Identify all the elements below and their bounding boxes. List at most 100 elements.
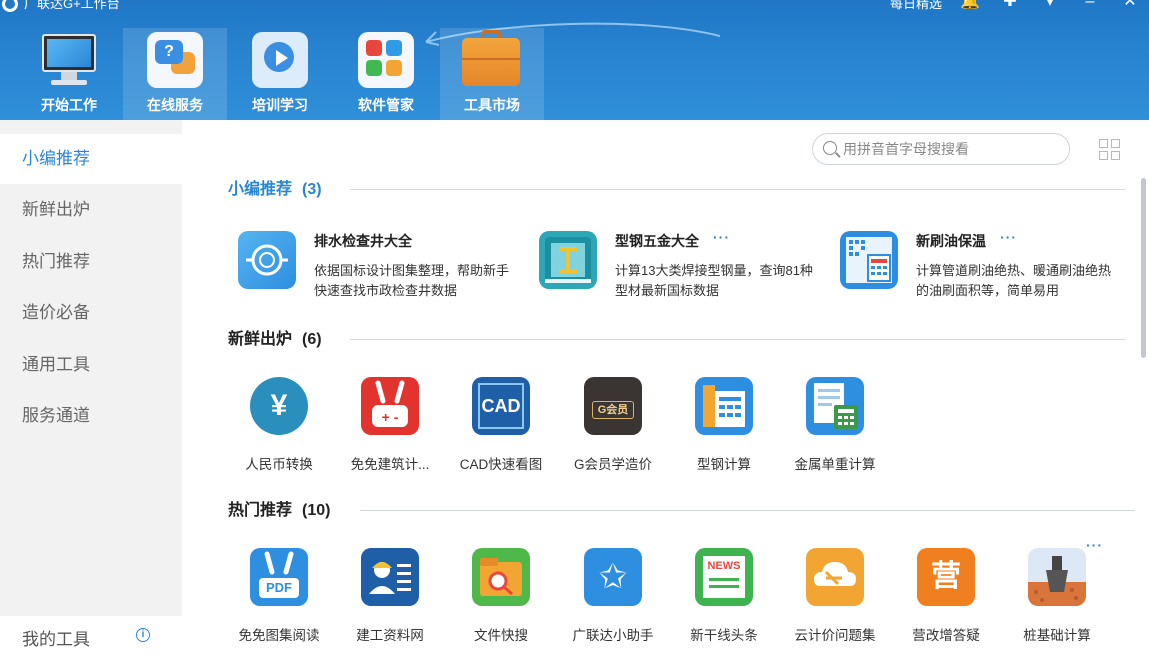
- grid-view-icon[interactable]: [1099, 139, 1121, 161]
- tool-label: 型钢计算: [697, 457, 751, 472]
- rec-desc: 计算13大类焊接型钢量，查询81种型材最新国标数据: [615, 263, 813, 298]
- sidebar-item-hot[interactable]: 热门推荐: [0, 237, 182, 287]
- search-icon: [823, 141, 837, 155]
- video-play-icon: [250, 30, 310, 88]
- tool-cad-viewer[interactable]: CAD CAD快速看图: [446, 377, 556, 477]
- worker-docs-icon: [361, 548, 419, 606]
- section-title-text: 新鲜出炉: [228, 331, 293, 348]
- section-title-fresh: 新鲜出炉 (6): [228, 328, 322, 352]
- rec-card-manhole[interactable]: 排水检查井大全 依据国标设计图集整理，帮助新手快速查找市政检查井数据: [238, 231, 528, 311]
- tool-construction-docs[interactable]: 建工资料网: [335, 548, 445, 648]
- search-box[interactable]: [812, 133, 1070, 165]
- vat-reform-icon: 营: [917, 548, 975, 606]
- sidebar-item-recommend[interactable]: 小编推荐: [0, 134, 182, 184]
- section-count: (3): [302, 181, 322, 198]
- section-count: (10): [302, 502, 331, 519]
- bell-icon[interactable]: 🔔: [960, 0, 980, 10]
- more-options-icon[interactable]: ···: [1000, 229, 1017, 245]
- tool-building-calc[interactable]: + - 免免建筑计...: [335, 377, 445, 477]
- tool-label: CAD快速看图: [459, 457, 543, 472]
- folder-search-icon: [472, 548, 530, 606]
- icon-glyph: ¥: [270, 389, 288, 422]
- rec-card-painting[interactable]: 新刷油保温 ··· 计算管道刷油绝热、暖通刷油绝热的油刷面积等，简单易用: [840, 229, 1130, 311]
- icon-glyph: CAD: [481, 396, 521, 416]
- cloud-faq-icon: [806, 548, 864, 606]
- rec-desc: 计算管道刷油绝热、暖通刷油绝热的油刷面积等，简单易用: [916, 263, 1112, 298]
- close-icon[interactable]: ✕: [1120, 0, 1140, 10]
- tool-atlas-reader[interactable]: PDF 免免图集阅读: [224, 548, 334, 648]
- tool-label: 新干线头条: [690, 628, 758, 643]
- tab-label: 培训学习: [252, 97, 308, 113]
- g-member-icon: G会员: [584, 377, 642, 435]
- tab-label: 开始工作: [41, 97, 97, 113]
- my-tools-link[interactable]: 我的工具: [22, 628, 90, 652]
- tool-label: G会员学造价: [573, 457, 652, 472]
- tool-file-search[interactable]: 文件快搜: [446, 548, 556, 648]
- chat-bubbles-icon: ?: [145, 30, 205, 88]
- icon-glyph: ✩: [598, 558, 628, 596]
- icon-glyph: 营: [931, 560, 961, 593]
- tab-software-manager[interactable]: 软件管家: [334, 28, 438, 120]
- tab-start-work[interactable]: 开始工作: [17, 28, 121, 120]
- my-tools-bar: 我的工具 i: [0, 616, 182, 670]
- more-options-icon[interactable]: ···: [713, 229, 730, 245]
- rabbit-calc-icon: + -: [361, 377, 419, 435]
- sidebar-item-fresh[interactable]: 新鲜出炉: [0, 185, 182, 235]
- app-logo-icon: [2, 0, 18, 12]
- sidebar-item-service[interactable]: 服务通道: [0, 391, 182, 441]
- chevron-down-icon[interactable]: ▾: [1040, 0, 1060, 10]
- tool-label: 建工资料网: [356, 628, 424, 643]
- rec-title: 排水检查井大全: [314, 233, 412, 249]
- manhole-icon: [238, 231, 296, 289]
- scrollbar[interactable]: [1139, 178, 1149, 670]
- tool-vat-reform-faq[interactable]: 营 营改增答疑: [891, 548, 1001, 648]
- painting-grid-icon: [840, 231, 898, 289]
- title-bar: 广联达G+工作台 每日精选 🔔 ✚ ▾ – ✕: [0, 0, 1149, 16]
- tool-label: 金属单重计算: [794, 457, 876, 472]
- section-title-recommend: 小编推荐 (3): [228, 178, 322, 202]
- tool-label: 营改增答疑: [912, 628, 980, 643]
- tool-steel-calc[interactable]: 型钢计算: [669, 377, 779, 477]
- rec-card-steel[interactable]: 型钢五金大全 ··· 计算13大类焊接型钢量，查询81种型材最新国标数据: [539, 229, 829, 311]
- icon-glyph: NEWS: [707, 560, 741, 572]
- rec-desc: 依据国标设计图集整理，帮助新手快速查找市政检查井数据: [314, 263, 510, 298]
- section-divider: [350, 339, 1125, 340]
- tab-online-service[interactable]: ? 在线服务: [123, 28, 227, 120]
- search-input[interactable]: [843, 138, 1063, 160]
- cad-icon: CAD: [472, 377, 530, 435]
- scrollbar-thumb[interactable]: [1141, 178, 1146, 358]
- info-icon[interactable]: i: [136, 628, 150, 642]
- tab-training[interactable]: 培训学习: [228, 28, 332, 120]
- steel-book-icon: [539, 231, 597, 289]
- app-title: 广联达G+工作台: [24, 0, 120, 11]
- tool-label: 文件快搜: [474, 628, 528, 643]
- minimize-icon[interactable]: –: [1080, 0, 1100, 10]
- tool-news-headlines[interactable]: NEWS 新干线头条: [669, 548, 779, 648]
- pile-foundation-icon: [1028, 548, 1086, 606]
- tab-label: 软件管家: [358, 97, 414, 113]
- steel-calc-icon: [695, 377, 753, 435]
- tool-g-member[interactable]: G会员 G会员学造价: [558, 377, 668, 477]
- icon-glyph: PDF: [266, 580, 292, 595]
- tool-rmb-convert[interactable]: ¥ 人民币转换: [224, 377, 334, 477]
- tool-metal-weight[interactable]: 金属单重计算: [780, 377, 890, 477]
- top-header: 广联达G+工作台 每日精选 🔔 ✚ ▾ – ✕ 开始工作 ? 在线服务 培训学习…: [0, 0, 1149, 120]
- tool-cloud-pricing-faq[interactable]: 云计价问题集: [780, 548, 890, 648]
- tab-label: 在线服务: [147, 97, 203, 113]
- tool-glodon-assistant[interactable]: ✩ 广联达小助手: [558, 548, 668, 648]
- section-title-text: 小编推荐: [228, 181, 293, 198]
- sidebar-item-general-tools[interactable]: 通用工具: [0, 340, 182, 390]
- app-tiles-icon: [356, 30, 416, 88]
- tool-label: 人民币转换: [245, 457, 313, 472]
- briefcase-icon: [462, 30, 522, 88]
- tool-pile-foundation[interactable]: 桩基础计算: [1002, 548, 1112, 648]
- pdf-rabbit-icon: PDF: [250, 548, 308, 606]
- sidebar-item-cost[interactable]: 造价必备: [0, 288, 182, 338]
- tab-tool-market[interactable]: 工具市场: [440, 28, 544, 120]
- rec-title: 型钢五金大全: [615, 233, 699, 249]
- pin-icon[interactable]: ✚: [1000, 0, 1020, 10]
- daily-pick-link[interactable]: 每日精选: [890, 0, 942, 12]
- tool-label: 桩基础计算: [1023, 628, 1091, 643]
- tool-label: 广联达小助手: [572, 628, 654, 643]
- section-divider: [350, 189, 1125, 190]
